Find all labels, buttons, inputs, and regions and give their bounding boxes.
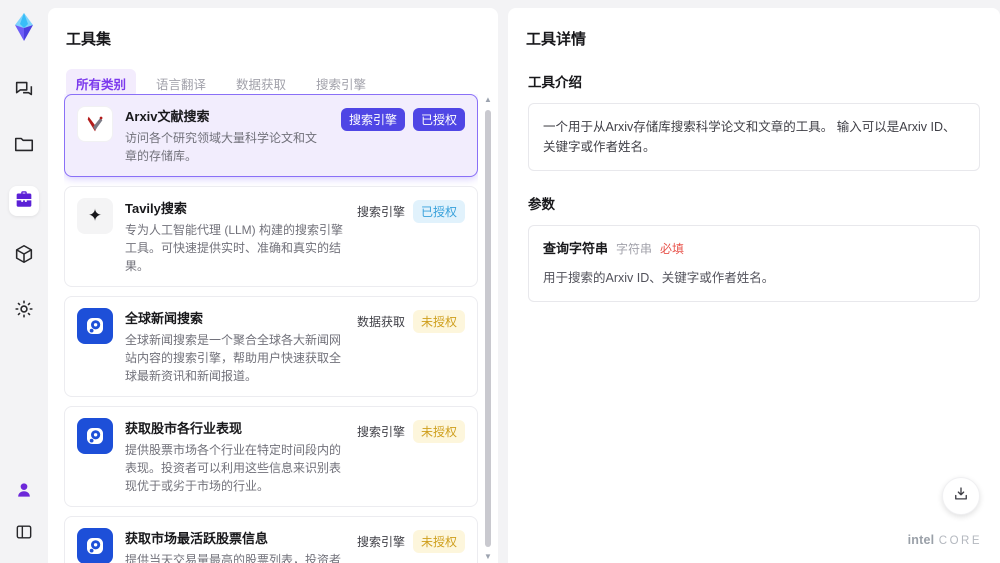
- tool-card[interactable]: 获取股市各行业表现 提供股票市场各个行业在特定时间段内的表现。投资者可以利用这些…: [64, 406, 478, 507]
- tool-auth-badge: 已授权: [412, 108, 465, 131]
- folder-icon: [13, 133, 35, 160]
- tool-auth-badge: 未授权: [412, 530, 465, 553]
- finance-logo-icon: [77, 308, 113, 344]
- sidebar-item-chat[interactable]: [9, 76, 39, 106]
- sidebar-item-settings[interactable]: [9, 296, 39, 326]
- tool-auth-badge: 已授权: [412, 200, 465, 223]
- tool-auth-badge: 未授权: [412, 420, 465, 443]
- sidebar-item-packages[interactable]: [9, 241, 39, 271]
- scroll-down-icon[interactable]: ▼: [483, 553, 493, 561]
- tool-category-badge: 数据获取: [356, 315, 405, 329]
- tool-name: 全球新闻搜索: [125, 311, 204, 326]
- scrollbar[interactable]: ▲ ▼: [483, 96, 493, 561]
- scroll-up-icon[interactable]: ▲: [483, 96, 493, 104]
- finance-logo-icon: [77, 418, 113, 454]
- panel-toggle-icon: [14, 522, 34, 547]
- param-required-flag: 必填: [660, 242, 685, 256]
- arxiv-logo-icon: [77, 106, 113, 142]
- params-section-title: 参数: [528, 197, 555, 212]
- sidebar-item-account[interactable]: [9, 477, 39, 507]
- tool-name: 获取股市各行业表现: [125, 421, 243, 436]
- toolset-panel: 工具集 所有类别 语言翻译 数据获取 搜索引擎 Arxiv文献搜索 访问各个研究…: [48, 8, 498, 563]
- tool-category-badge: 搜索引擎: [340, 108, 405, 131]
- intel-core-logo: intel CORE: [908, 531, 982, 549]
- cube-icon: [13, 243, 35, 270]
- detail-title: 工具详情: [526, 31, 587, 48]
- sidebar-bottom: [9, 477, 39, 549]
- tool-card[interactable]: 获取市场最活跃股票信息 提供当天交易量最高的股票列表，投资者可以利用这些信息来识…: [64, 516, 478, 563]
- download-button[interactable]: [942, 477, 980, 515]
- tool-auth-badge: 未授权: [412, 310, 465, 333]
- parameter-box: 查询字符串 字符串 必填 用于搜索的Arxiv ID、关键字或作者姓名。: [528, 225, 980, 302]
- user-icon: [14, 480, 34, 505]
- intro-section-title: 工具介绍: [528, 75, 582, 90]
- tool-category-badge: 搜索引擎: [356, 535, 405, 549]
- tool-description: 专为人工智能代理 (LLM) 构建的搜索引擎工具。可快速提供实时、准确和真实的结…: [125, 223, 344, 273]
- sidebar-item-tools[interactable]: [9, 186, 39, 216]
- tool-card[interactable]: ✦ Tavily搜索 专为人工智能代理 (LLM) 构建的搜索引擎工具。可快速提…: [64, 186, 478, 287]
- tool-card[interactable]: Arxiv文献搜索 访问各个研究领域大量科学论文和文章的存储库。 搜索引擎 已授…: [64, 94, 478, 177]
- toolbox-icon: [13, 188, 35, 215]
- sidebar-item-collapse[interactable]: [9, 519, 39, 549]
- tool-name: 获取市场最活跃股票信息: [125, 531, 269, 546]
- tool-list: Arxiv文献搜索 访问各个研究领域大量科学论文和文章的存储库。 搜索引擎 已授…: [64, 94, 478, 563]
- tool-description: 访问各个研究领域大量科学论文和文章的存储库。: [125, 131, 318, 163]
- gear-icon: [13, 298, 35, 325]
- sidebar-item-files[interactable]: [9, 131, 39, 161]
- tool-description: 提供当天交易量最高的股票列表，投资者可以利用这些信息来识别流动性强的股票和潜在的…: [125, 553, 342, 563]
- sidebar-rail: [0, 0, 48, 563]
- param-type: 字符串: [616, 242, 653, 256]
- tool-detail-panel: 工具详情 工具介绍 一个用于从Arxiv存储库搜索科学论文和文章的工具。 输入可…: [508, 8, 1000, 563]
- download-icon: [952, 485, 970, 508]
- tool-description: 全球新闻搜索是一个聚合全球各大新闻网站内容的搜索引擎，帮助用户快速获取全球最新资…: [125, 333, 342, 383]
- finance-logo-icon: [77, 528, 113, 563]
- intro-text-box: 一个用于从Arxiv存储库搜索科学论文和文章的工具。 输入可以是Arxiv ID…: [528, 103, 980, 171]
- scrollbar-thumb[interactable]: [485, 110, 491, 547]
- param-name: 查询字符串: [543, 241, 609, 256]
- sidebar-nav: [9, 76, 39, 326]
- tool-name: Tavily搜索: [125, 201, 187, 216]
- tool-description: 提供股票市场各个行业在特定时间段内的表现。投资者可以利用这些信息来识别表现优于或…: [125, 443, 342, 493]
- gem-logo-icon: [9, 12, 39, 42]
- brand-intel: intel: [907, 533, 935, 547]
- tool-category-badge: 搜索引擎: [356, 425, 405, 439]
- param-description: 用于搜索的Arxiv ID、关键字或作者姓名。: [543, 270, 775, 285]
- tool-category-badge: 搜索引擎: [356, 205, 405, 219]
- tool-name: Arxiv文献搜索: [125, 109, 210, 124]
- toolset-title: 工具集: [66, 31, 112, 48]
- brand-core: CORE: [938, 535, 982, 547]
- tool-card[interactable]: 全球新闻搜索 全球新闻搜索是一个聚合全球各大新闻网站内容的搜索引擎，帮助用户快速…: [64, 296, 478, 397]
- star-icon: ✦: [77, 198, 113, 234]
- chat-icon: [13, 78, 35, 105]
